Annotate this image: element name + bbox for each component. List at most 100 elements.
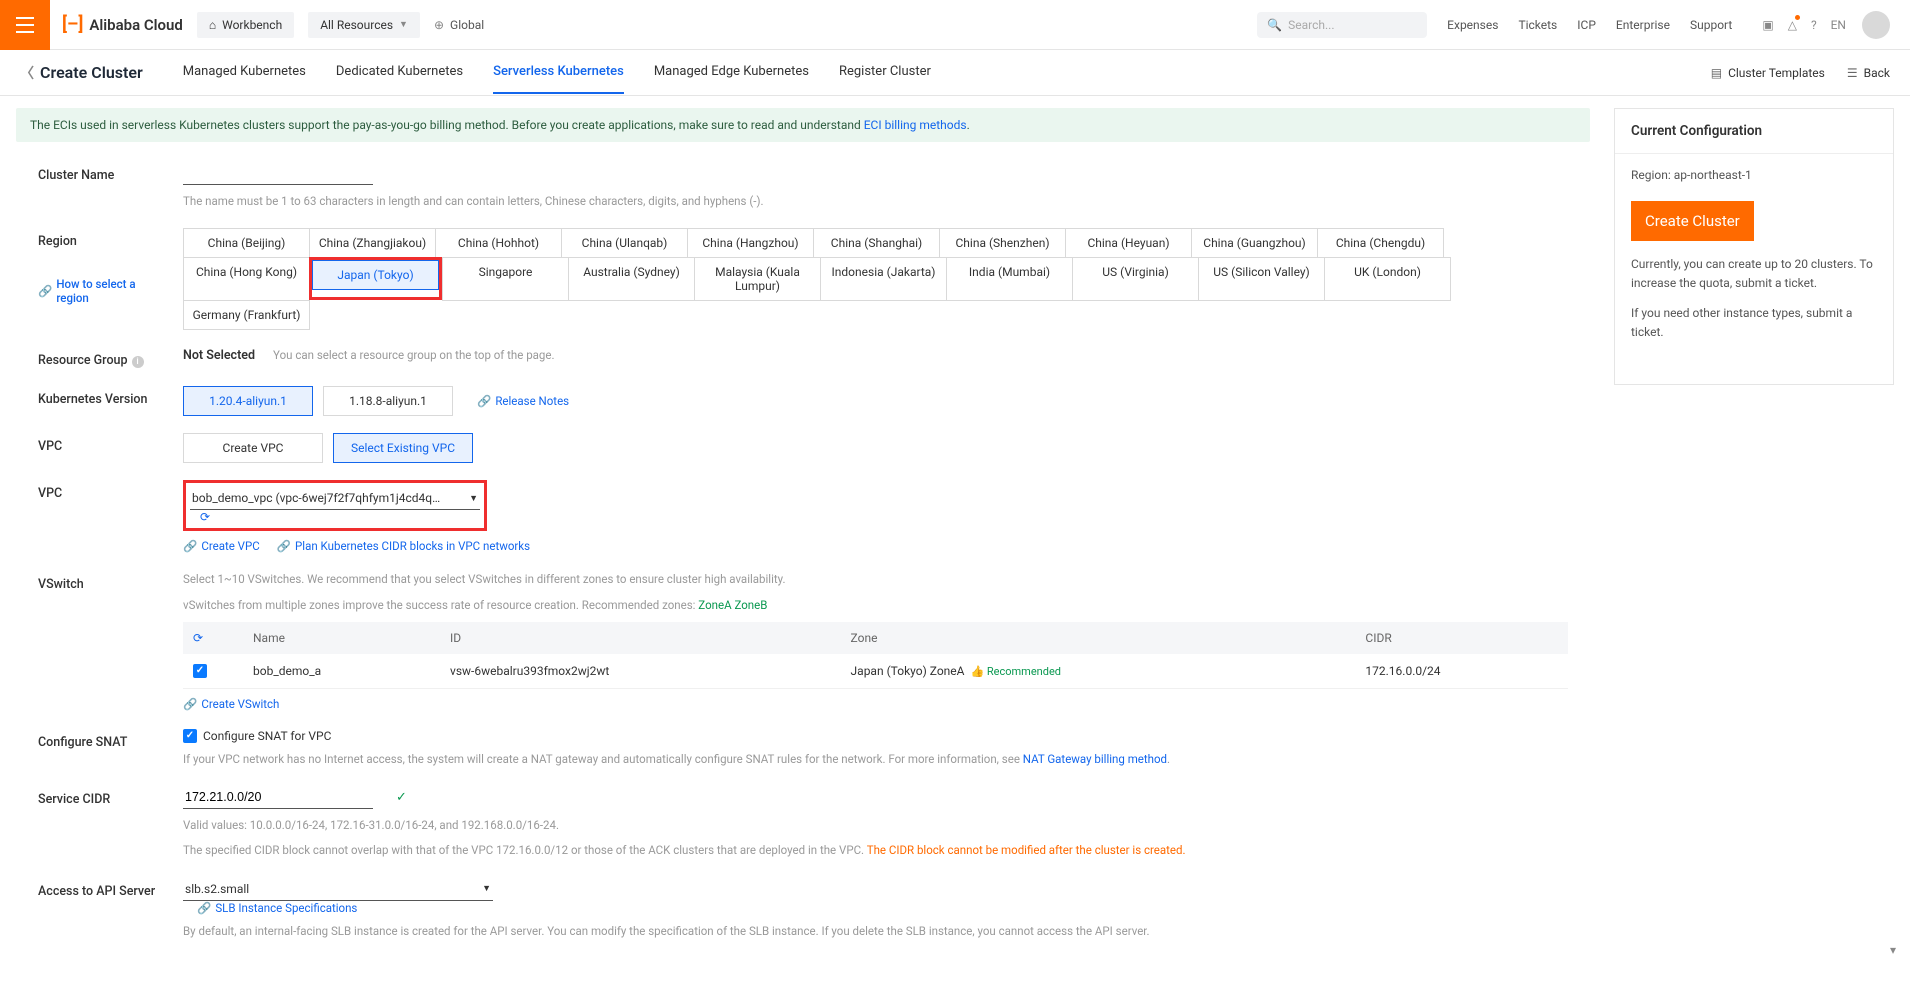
vpc-mode-option[interactable]: Select Existing VPC (333, 433, 473, 463)
zoneb-link[interactable]: ZoneB (734, 598, 767, 612)
create-vswitch-link[interactable]: 🔗Create VSwitch (183, 697, 279, 711)
region-scope[interactable]: ⊕ Global (434, 18, 484, 32)
info-icon[interactable]: i (132, 356, 144, 368)
region-option[interactable]: India (Mumbai) (946, 257, 1073, 301)
create-vpc-link[interactable]: 🔗Create VPC (183, 539, 260, 553)
region-help-link[interactable]: 🔗How to select a region (38, 277, 169, 305)
help-icon[interactable]: ? (1811, 18, 1817, 32)
region-option[interactable]: China (Ulanqab) (561, 228, 688, 258)
templates-icon: ▤ (1711, 66, 1722, 80)
checkbox-icon (183, 729, 197, 743)
brand-text: Alibaba Cloud (89, 16, 183, 34)
label-vpc-select: VPC (38, 480, 183, 501)
all-resources-dropdown[interactable]: All Resources ▼ (308, 12, 420, 38)
resource-group-hint: You can select a resource group on the t… (273, 347, 554, 364)
create-cluster-button[interactable]: Create Cluster (1631, 201, 1754, 241)
region-option[interactable]: China (Hohhot) (435, 228, 562, 258)
top-nav-links: Expenses Tickets ICP Enterprise Support (1427, 18, 1732, 32)
search-icon: 🔍 (1267, 18, 1282, 32)
eci-billing-link[interactable]: ECI billing methods (864, 118, 967, 132)
region-option[interactable]: China (Chengdu) (1317, 228, 1444, 258)
region-option[interactable]: China (Hangzhou) (687, 228, 814, 258)
region-options: China (Beijing)China (Zhangjiakou)China … (183, 228, 1568, 329)
cluster-templates-link[interactable]: ▤Cluster Templates (1711, 66, 1825, 80)
back-link[interactable]: ☰Back (1847, 66, 1890, 80)
cloudshell-icon[interactable]: ▣ (1762, 18, 1773, 32)
region-option[interactable]: China (Zhangjiakou) (309, 228, 436, 258)
refresh-icon[interactable]: ⟳ (193, 631, 203, 645)
cluster-name-hint: The name must be 1 to 63 characters in l… (183, 193, 1568, 210)
tab-managed[interactable]: Managed Kubernetes (183, 51, 306, 94)
vpc-select-highlight: bob_demo_vpc (vpc-6wej7f2f7qhfym1j4cd4q,… (183, 480, 487, 531)
hamburger-icon (16, 16, 34, 34)
region-option[interactable]: Japan (Tokyo) (312, 260, 439, 290)
support-link[interactable]: Support (1690, 18, 1732, 32)
vpc-mode-option[interactable]: Create VPC (183, 433, 323, 463)
label-resource-group: Resource Groupi (38, 347, 183, 368)
region-option[interactable]: China (Shenzhen) (939, 228, 1066, 258)
resource-group-value: Not Selected (183, 348, 255, 363)
region-option[interactable]: Australia (Sydney) (568, 257, 695, 301)
tickets-link[interactable]: Tickets (1518, 18, 1557, 32)
region-option[interactable]: US (Silicon Valley) (1198, 257, 1325, 301)
current-config-panel: Current Configuration Region: ap-northea… (1614, 108, 1894, 385)
version-option[interactable]: 1.18.8-aliyun.1 (323, 386, 453, 416)
user-avatar[interactable] (1862, 11, 1890, 39)
version-option[interactable]: 1.20.4-aliyun.1 (183, 386, 313, 416)
release-notes-link[interactable]: 🔗Release Notes (477, 394, 569, 408)
label-k8s-version: Kubernetes Version (38, 386, 183, 407)
tab-register[interactable]: Register Cluster (839, 51, 931, 94)
service-cidr-input[interactable] (183, 786, 373, 809)
side-note1: Currently, you can create up to 20 clust… (1631, 255, 1877, 293)
region-option[interactable]: Germany (Frankfurt) (183, 300, 310, 330)
snat-hint: If your VPC network has no Internet acce… (183, 751, 1568, 768)
menu-toggle[interactable] (0, 0, 50, 50)
notifications-icon[interactable]: △ (1788, 18, 1797, 32)
vswitch-table: ⟳ Name ID Zone CIDR bob_demo_a vsw-6weba… (183, 622, 1568, 689)
side-region: Region: ap-northeast-1 (1631, 166, 1877, 185)
label-vpc-mode: VPC (38, 433, 183, 454)
cidr-hint1: Valid values: 10.0.0.0/16-24, 172.16-31.… (183, 817, 1568, 834)
region-option[interactable]: China (Guangzhou) (1191, 228, 1318, 258)
region-option[interactable]: China (Heyuan) (1065, 228, 1192, 258)
label-vswitch: VSwitch (38, 571, 183, 592)
page-tabs: 〈 Create Cluster Managed Kubernetes Dedi… (0, 50, 1910, 96)
scroll-down-icon[interactable]: ▾ (1890, 943, 1906, 959)
cluster-name-input[interactable] (183, 162, 373, 185)
region-option[interactable]: Singapore (442, 257, 569, 301)
region-option[interactable]: Malaysia (Kuala Lumpur) (694, 257, 821, 301)
region-option[interactable]: China (Hong Kong) (183, 257, 310, 301)
global-search[interactable]: 🔍 Search... (1257, 12, 1427, 38)
tab-edge[interactable]: Managed Edge Kubernetes (654, 51, 809, 94)
plan-cidr-link[interactable]: 🔗Plan Kubernetes CIDR blocks in VPC netw… (277, 539, 530, 553)
nat-billing-link[interactable]: NAT Gateway billing method (1023, 752, 1167, 766)
enterprise-link[interactable]: Enterprise (1616, 18, 1670, 32)
link-icon: 🔗 (38, 284, 52, 298)
brand-bracket-icon: [–] (62, 14, 83, 35)
refresh-icon[interactable]: ⟳ (200, 510, 210, 524)
brand-logo[interactable]: [–] Alibaba Cloud (62, 14, 183, 35)
expenses-link[interactable]: Expenses (1447, 18, 1498, 32)
workbench-button[interactable]: ⌂ Workbench (197, 12, 294, 38)
region-option[interactable]: China (Beijing) (183, 228, 310, 258)
slb-spec-link[interactable]: 🔗SLB Instance Specifications (197, 901, 357, 915)
snat-checkbox[interactable]: Configure SNAT for VPC (183, 729, 1568, 743)
region-option[interactable]: US (Virginia) (1072, 257, 1199, 301)
checkbox-icon[interactable] (193, 664, 207, 678)
page-title[interactable]: 〈 Create Cluster (20, 63, 143, 83)
zonea-link[interactable]: ZoneA (698, 598, 731, 612)
tab-dedicated[interactable]: Dedicated Kubernetes (336, 51, 463, 94)
tab-serverless[interactable]: Serverless Kubernetes (493, 51, 624, 94)
search-placeholder: Search... (1288, 18, 1334, 32)
slb-spec-dropdown[interactable]: slb.s2.small▼ (183, 878, 493, 901)
region-option[interactable]: Indonesia (Jakarta) (820, 257, 947, 301)
list-icon: ☰ (1847, 66, 1858, 80)
icp-link[interactable]: ICP (1577, 18, 1596, 32)
region-option[interactable]: China (Shanghai) (813, 228, 940, 258)
language-switch[interactable]: EN (1831, 18, 1846, 32)
region-option[interactable]: UK (London) (1324, 257, 1451, 301)
vpc-dropdown[interactable]: bob_demo_vpc (vpc-6wej7f2f7qhfym1j4cd4q,… (190, 487, 480, 510)
table-row[interactable]: bob_demo_a vsw-6webalru393fmox2wj2wt Jap… (183, 654, 1568, 689)
link-icon: 🔗 (477, 394, 491, 408)
top-icon-tray: ▣ △ ? EN (1748, 11, 1890, 39)
